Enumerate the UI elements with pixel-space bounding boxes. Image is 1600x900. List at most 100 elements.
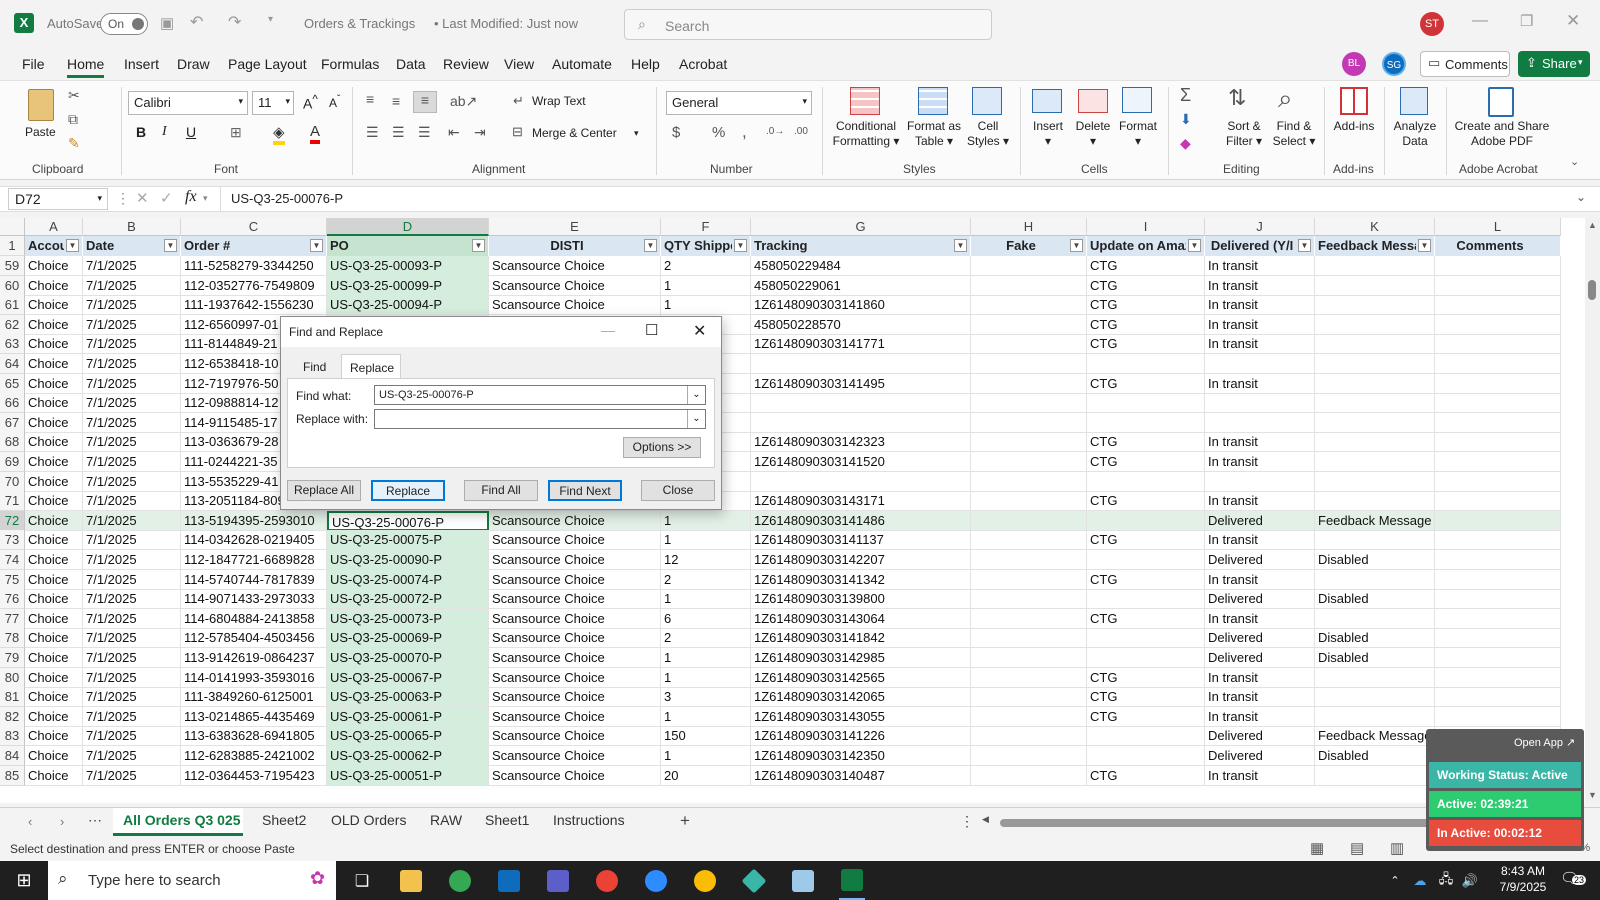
- sheet-tab-all-orders[interactable]: All Orders Q3 025: [113, 808, 243, 836]
- table-cell[interactable]: Feedback Message: [1315, 726, 1435, 747]
- table-cell[interactable]: Choice: [25, 550, 83, 570]
- table-cell[interactable]: [1087, 471, 1205, 492]
- column-header-j[interactable]: J: [1205, 218, 1315, 236]
- table-cell[interactable]: US-Q3-25-00094-P: [327, 295, 489, 316]
- table-cell[interactable]: [1435, 687, 1561, 708]
- table-cell[interactable]: Choice: [25, 412, 83, 433]
- find-history-dropdown-icon[interactable]: ⌄: [687, 386, 705, 404]
- scroll-down-icon[interactable]: ▼: [1588, 790, 1597, 800]
- table-cell[interactable]: Choice: [25, 667, 83, 688]
- table-cell[interactable]: [971, 608, 1087, 629]
- last-modified[interactable]: • Last Modified: Just now: [434, 16, 578, 31]
- table-cell[interactable]: In transit: [1205, 491, 1315, 512]
- table-cell[interactable]: CTG: [1087, 373, 1205, 394]
- row-number[interactable]: 62: [0, 314, 25, 335]
- table-cell[interactable]: US-Q3-25-00067-P: [327, 667, 489, 688]
- table-cell[interactable]: Delivered: [1205, 746, 1315, 766]
- table-cell[interactable]: CTG: [1087, 432, 1205, 453]
- app-notes-icon[interactable]: [790, 861, 816, 900]
- table-cell[interactable]: US-Q3-25-00073-P: [327, 608, 489, 629]
- row-number[interactable]: 80: [0, 667, 25, 688]
- table-cell[interactable]: [1435, 256, 1561, 276]
- table-cell[interactable]: 7/1/2025: [83, 648, 181, 668]
- borders-icon[interactable]: ⊞: [230, 124, 242, 141]
- table-cell[interactable]: [751, 393, 971, 414]
- fill-color-icon[interactable]: ◈: [273, 123, 285, 145]
- column-header-e[interactable]: E: [489, 218, 661, 236]
- table-cell[interactable]: Delivered: [1205, 550, 1315, 570]
- table-cell[interactable]: US-Q3-25-00076-P: [327, 510, 489, 531]
- table-cell[interactable]: [1087, 510, 1205, 531]
- table-cell[interactable]: 1Z6148090303140487: [751, 765, 971, 786]
- table-cell[interactable]: [971, 726, 1087, 747]
- redo-icon[interactable]: ↷: [228, 12, 241, 32]
- table-cell[interactable]: Choice: [25, 295, 83, 316]
- table-cell[interactable]: [971, 510, 1087, 531]
- table-cell[interactable]: 7/1/2025: [83, 706, 181, 727]
- table-cell[interactable]: In transit: [1205, 452, 1315, 472]
- table-header-cell[interactable]: Update on Amaz ▼: [1087, 236, 1205, 256]
- table-cell[interactable]: US-Q3-25-00062-P: [327, 746, 489, 766]
- table-cell[interactable]: [971, 667, 1087, 688]
- table-cell[interactable]: 7/1/2025: [83, 373, 181, 394]
- horizontal-scroll-thumb[interactable]: [1000, 819, 1430, 827]
- table-cell[interactable]: In transit: [1205, 334, 1315, 355]
- table-cell[interactable]: In transit: [1205, 314, 1315, 335]
- align-right-icon[interactable]: ☰: [418, 124, 431, 141]
- table-header-cell[interactable]: Comments: [1435, 236, 1561, 256]
- scroll-left-icon[interactable]: ◀: [982, 814, 989, 825]
- table-cell[interactable]: 7/1/2025: [83, 569, 181, 590]
- table-cell[interactable]: 1Z6148090303142065: [751, 687, 971, 708]
- notifications-icon[interactable]: 🗨 23: [1560, 869, 1588, 893]
- table-cell[interactable]: 1Z6148090303142565: [751, 667, 971, 688]
- next-sheet-icon[interactable]: ›: [60, 814, 64, 829]
- table-cell[interactable]: 458050229061: [751, 275, 971, 296]
- autosum-icon[interactable]: Σ: [1180, 85, 1191, 106]
- table-cell[interactable]: [971, 648, 1087, 668]
- tray-overflow-icon[interactable]: ⌃: [1388, 861, 1402, 900]
- table-cell[interactable]: [1435, 295, 1561, 316]
- analyze-data-button[interactable]: Analyze Data: [1390, 119, 1440, 149]
- table-cell[interactable]: 7/1/2025: [83, 589, 181, 610]
- table-cell[interactable]: 1Z6148090303141342: [751, 569, 971, 590]
- expand-formula-icon[interactable]: ⌄: [1576, 190, 1586, 204]
- table-cell[interactable]: 7/1/2025: [83, 412, 181, 433]
- column-header-g[interactable]: G: [751, 218, 971, 236]
- format-painter-icon[interactable]: ✎: [68, 135, 80, 152]
- table-cell[interactable]: Choice: [25, 275, 83, 296]
- save-icon[interactable]: ▣: [160, 14, 174, 32]
- table-cell[interactable]: Disabled: [1315, 550, 1435, 570]
- table-cell[interactable]: 7/1/2025: [83, 432, 181, 453]
- outlook-icon[interactable]: [496, 861, 522, 900]
- table-cell[interactable]: [1435, 706, 1561, 727]
- row-number[interactable]: 1: [0, 236, 25, 256]
- table-cell[interactable]: Choice: [25, 256, 83, 276]
- table-cell[interactable]: 1Z6148090303141771: [751, 334, 971, 355]
- table-cell[interactable]: Disabled: [1315, 628, 1435, 649]
- table-cell[interactable]: 7/1/2025: [83, 530, 181, 551]
- qat-dropdown-icon[interactable]: ▾: [268, 14, 273, 25]
- table-cell[interactable]: In transit: [1205, 256, 1315, 276]
- cell-styles-button[interactable]: Cell Styles ▾: [962, 119, 1014, 149]
- table-cell[interactable]: In transit: [1205, 687, 1315, 708]
- table-cell[interactable]: [1087, 726, 1205, 747]
- table-cell[interactable]: 20: [661, 765, 751, 786]
- table-cell[interactable]: 1: [661, 706, 751, 727]
- bold-icon[interactable]: B: [136, 124, 146, 140]
- filter-dropdown-icon[interactable]: ▼: [164, 239, 177, 252]
- italic-icon[interactable]: I: [162, 124, 167, 140]
- table-cell[interactable]: Choice: [25, 314, 83, 335]
- menu-review[interactable]: Review: [443, 56, 489, 72]
- table-cell[interactable]: In transit: [1205, 765, 1315, 786]
- replace-history-dropdown-icon[interactable]: ⌄: [687, 410, 705, 428]
- filter-dropdown-icon[interactable]: ▼: [1298, 239, 1311, 252]
- table-cell[interactable]: In transit: [1205, 275, 1315, 296]
- select-all-corner[interactable]: [0, 218, 25, 236]
- table-cell[interactable]: 1: [661, 746, 751, 766]
- table-cell[interactable]: [1435, 648, 1561, 668]
- percent-icon[interactable]: %: [712, 124, 725, 141]
- table-cell[interactable]: Delivered: [1205, 510, 1315, 531]
- table-cell[interactable]: Scansource Choice: [489, 648, 661, 668]
- collapse-ribbon-icon[interactable]: ⌄: [1570, 155, 1579, 168]
- copy-icon[interactable]: ⧉: [68, 111, 78, 128]
